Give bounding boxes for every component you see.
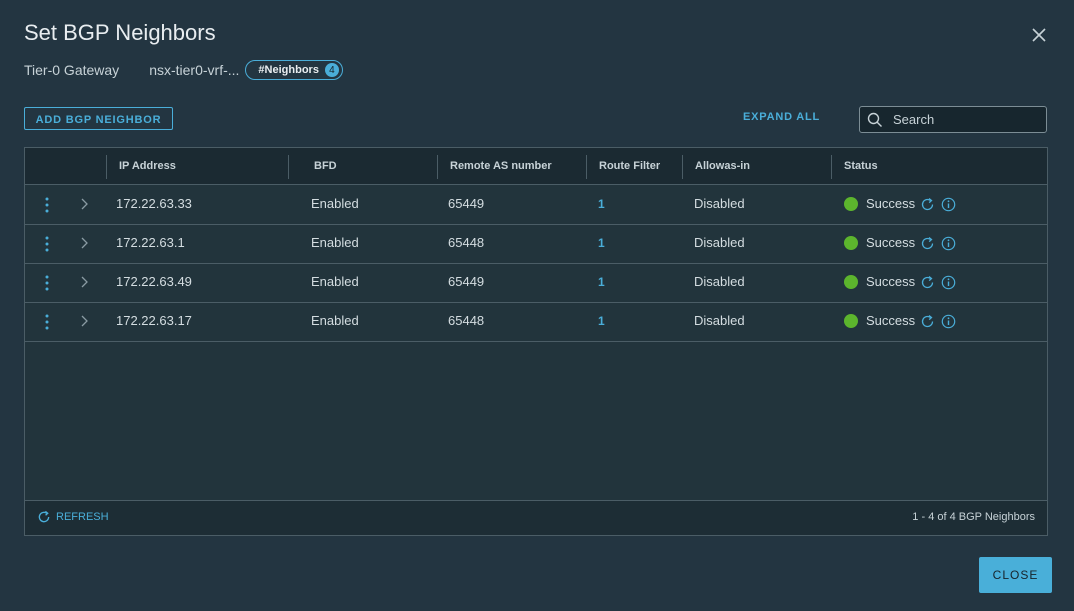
status-success-icon [844,235,858,250]
gateway-name: nsx-tier0-vrf-... [149,62,240,78]
close-icon[interactable] [1030,26,1048,44]
bfd-cell: Enabled [311,313,359,328]
status-text: Success [866,313,916,328]
table-row: 172.22.63.33 Enabled 65449 1 Disabled Su… [25,185,1047,225]
neighbors-badge: #Neighbors 4 [245,60,343,80]
refresh-status-icon[interactable] [920,314,935,329]
ip-address-cell: 172.22.63.49 [116,274,192,289]
dialog-title: Set BGP Neighbors [24,20,216,45]
bgp-neighbors-grid: IP Address BFD Remote AS number Route Fi… [24,147,1048,536]
set-bgp-neighbors-dialog: Set BGP Neighbors Tier-0 Gateway nsx-tie… [0,0,1074,611]
table-row: 172.22.63.1 Enabled 65448 1 Disabled Suc… [25,224,1047,264]
route-filter-link[interactable]: 1 [598,224,605,262]
allowas-in-cell: Disabled [694,274,745,289]
search-input[interactable] [891,111,1035,128]
gateway-label: Tier-0 Gateway [24,62,120,78]
remote-as-cell: 65448 [448,235,485,250]
status-cell: Success [844,263,915,301]
row-actions-icon[interactable] [44,197,50,213]
ip-address-cell: 172.22.63.1 [116,235,185,250]
gateway-info: Tier-0 Gateway nsx-tier0-vrf-... #Neighb… [24,60,343,80]
neighbors-badge-label: #Neighbors [258,64,319,76]
column-bfd[interactable]: BFD [314,148,337,184]
status-text: Success [866,235,916,250]
column-separator [586,155,587,179]
bfd-cell: Enabled [311,196,359,211]
chevron-right-icon[interactable] [80,198,88,210]
column-remote-as[interactable]: Remote AS number [450,148,552,184]
info-icon[interactable] [941,314,956,329]
row-actions-icon[interactable] [44,275,50,291]
table-row: 172.22.63.49 Enabled 65449 1 Disabled Su… [25,263,1047,303]
row-actions-icon[interactable] [44,236,50,252]
info-icon[interactable] [941,236,956,251]
row-actions-icon[interactable] [44,314,50,330]
table-row: 172.22.63.17 Enabled 65448 1 Disabled Su… [25,302,1047,342]
allowas-in-cell: Disabled [694,313,745,328]
bfd-cell: Enabled [311,274,359,289]
refresh-status-icon[interactable] [920,197,935,212]
info-icon[interactable] [941,275,956,290]
search-icon [867,112,882,127]
neighbors-count: 4 [324,63,339,77]
remote-as-cell: 65448 [448,313,485,328]
info-icon[interactable] [941,197,956,212]
status-success-icon [844,196,858,211]
grid-header: IP Address BFD Remote AS number Route Fi… [25,148,1047,185]
ip-address-cell: 172.22.63.17 [116,313,192,328]
refresh-button[interactable]: REFRESH [37,510,109,524]
ip-address-cell: 172.22.63.33 [116,196,192,211]
column-route-filter[interactable]: Route Filter [599,148,660,184]
chevron-right-icon[interactable] [80,237,88,249]
refresh-status-icon[interactable] [920,275,935,290]
expand-all-link[interactable]: EXPAND ALL [743,111,820,123]
refresh-label: REFRESH [56,511,109,523]
bfd-cell: Enabled [311,235,359,250]
status-text: Success [866,274,916,289]
column-allowas-in[interactable]: Allowas-in [695,148,750,184]
chevron-right-icon[interactable] [80,276,88,288]
column-status[interactable]: Status [844,148,878,184]
allowas-in-cell: Disabled [694,196,745,211]
status-cell: Success [844,185,915,223]
status-success-icon [844,313,858,328]
column-separator [288,155,289,179]
column-ip-address[interactable]: IP Address [119,148,176,184]
remote-as-cell: 65449 [448,274,485,289]
column-separator [106,155,107,179]
column-separator [831,155,832,179]
remote-as-cell: 65449 [448,196,485,211]
status-success-icon [844,274,858,289]
chevron-right-icon[interactable] [80,315,88,327]
refresh-icon [38,510,50,523]
search-box[interactable] [859,106,1047,133]
status-cell: Success [844,302,915,340]
route-filter-link[interactable]: 1 [598,185,605,223]
column-separator [682,155,683,179]
pagination-text: 1 - 4 of 4 BGP Neighbors [912,511,1035,523]
close-button[interactable]: CLOSE [979,557,1052,593]
status-cell: Success [844,224,915,262]
refresh-status-icon[interactable] [920,236,935,251]
route-filter-link[interactable]: 1 [598,263,605,301]
add-bgp-neighbor-button[interactable]: ADD BGP NEIGHBOR [24,107,173,130]
column-separator [437,155,438,179]
route-filter-link[interactable]: 1 [598,302,605,340]
grid-footer: REFRESH 1 - 4 of 4 BGP Neighbors [25,500,1047,535]
allowas-in-cell: Disabled [694,235,745,250]
status-text: Success [866,196,916,211]
